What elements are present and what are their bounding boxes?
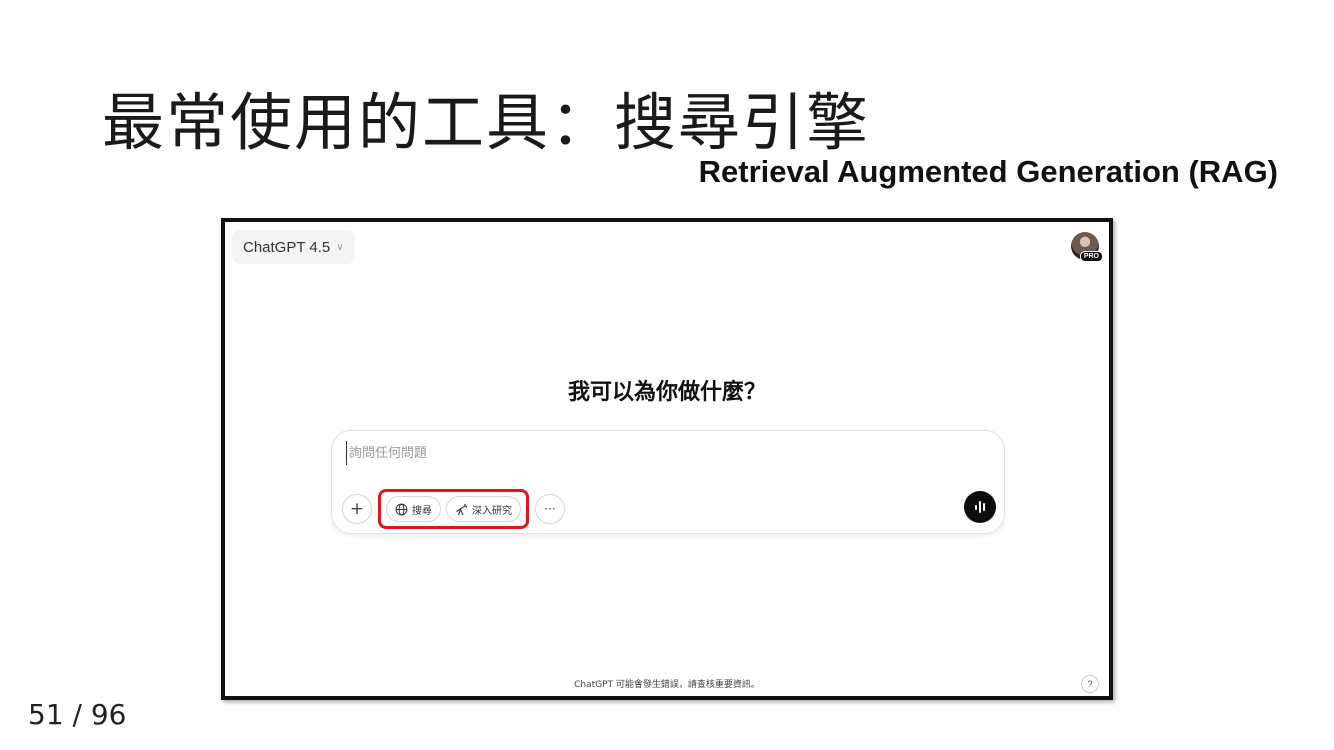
globe-icon [395,503,408,515]
help-button[interactable]: ? [1081,675,1099,693]
search-button-label: 搜尋 [412,505,432,517]
slide-subtitle: Retrieval Augmented Generation (RAG) [698,154,1278,189]
pro-badge: PRO [1079,251,1103,262]
avatar[interactable]: PRO [1071,232,1103,262]
page-heading: 我可以為你做什麼？ [567,380,766,405]
model-selector-label: ChatGPT 4.5 [243,238,331,256]
deep-research-button-label: 深入研究 [472,505,512,517]
telescope-icon [456,503,468,515]
composer: + 搜尋 深入研究 [331,430,1005,534]
add-attachment-button[interactable]: + [342,494,372,524]
search-button[interactable]: 搜尋 [386,496,441,522]
prompt-input[interactable] [346,441,951,465]
chatgpt-screenshot: ChatGPT 4.5 ∨ PRO 我可以為你做什麼？ + 搜尋 [221,218,1113,700]
disclaimer-text: ChatGPT 可能會發生錯誤，請查核重要資訊。 [574,680,760,690]
highlight-box: 搜尋 深入研究 [378,489,529,529]
chevron-down-icon: ∨ [336,241,344,253]
model-selector[interactable]: ChatGPT 4.5 ∨ [232,230,355,264]
page-number: 51 / 96 [28,698,127,731]
more-tools-button[interactable]: ··· [535,494,565,524]
voice-mode-button[interactable] [964,491,996,523]
slide-title: 最常使用的工具：搜尋引擎 [102,86,871,159]
voice-waveform-icon [975,504,977,510]
composer-toolbar: + 搜尋 深入研究 ··· [342,489,565,529]
deep-research-button[interactable]: 深入研究 [446,496,521,522]
